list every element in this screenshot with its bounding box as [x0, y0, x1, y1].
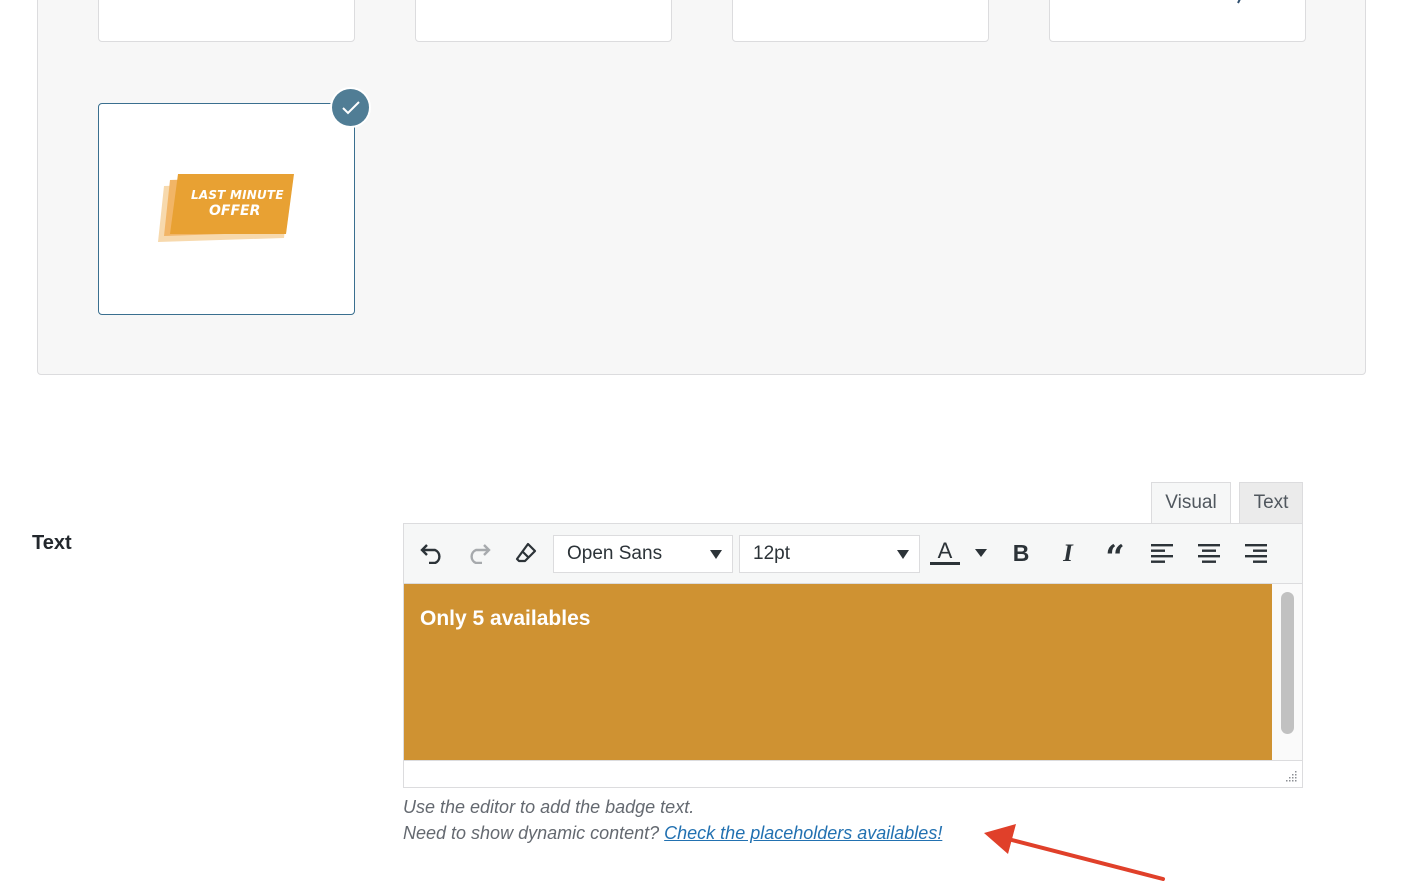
- annotation-arrow-icon: [984, 824, 1165, 881]
- badge-option-card[interactable]: [732, 0, 989, 42]
- tab-text[interactable]: Text: [1239, 482, 1303, 523]
- redo-icon[interactable]: [462, 536, 496, 570]
- text-color-dropdown-icon[interactable]: [964, 536, 998, 570]
- badge-option-card[interactable]: [98, 0, 355, 42]
- svg-text:A: A: [938, 539, 953, 563]
- editor-content-text[interactable]: Only 5 availables: [420, 607, 590, 631]
- placeholder-help-prefix: Need to show dynamic content?: [403, 823, 665, 843]
- svg-text:I: I: [1062, 541, 1074, 565]
- font-size-select[interactable]: 12pt: [739, 535, 920, 573]
- align-right-icon[interactable]: [1239, 536, 1273, 570]
- text-field-label: Text: [32, 532, 72, 554]
- italic-icon[interactable]: I: [1051, 536, 1085, 570]
- badge-line-1: LAST MINUTE: [191, 188, 284, 202]
- chevron-down-icon: [897, 550, 909, 559]
- chevron-down-icon: [710, 550, 722, 559]
- align-center-icon[interactable]: [1192, 536, 1226, 570]
- resize-handle-icon[interactable]: [1284, 769, 1298, 783]
- font-family-value: Open Sans: [567, 543, 663, 564]
- editor-scrollbar-thumb[interactable]: [1281, 592, 1294, 734]
- placeholders-link[interactable]: Check the placeholders availables!: [664, 823, 942, 843]
- svg-text:B: B: [1013, 541, 1030, 565]
- editor-statusbar: [404, 760, 1302, 787]
- bold-icon[interactable]: B: [1004, 536, 1038, 570]
- clear-formatting-icon[interactable]: [509, 536, 543, 570]
- badge-line-2: OFFER: [209, 203, 261, 219]
- svg-text:“: “: [1105, 541, 1125, 565]
- undo-icon[interactable]: [415, 536, 449, 570]
- text-color-icon[interactable]: A: [928, 536, 962, 570]
- blockquote-icon[interactable]: “: [1098, 536, 1132, 570]
- badge-option-card[interactable]: [1049, 0, 1306, 42]
- align-left-icon[interactable]: [1145, 536, 1179, 570]
- badge-option-card[interactable]: [415, 0, 672, 42]
- rich-text-editor: Open Sans 12pt A B I “ Only 5 availables: [403, 523, 1303, 788]
- badge-preview-fragment-icon: [1237, 0, 1241, 4]
- font-family-select[interactable]: Open Sans: [553, 535, 733, 573]
- tab-visual[interactable]: Visual: [1151, 482, 1231, 523]
- selected-check-icon: [332, 89, 369, 126]
- editor-help-text: Use the editor to add the badge text.: [403, 797, 695, 817]
- font-size-value: 12pt: [753, 543, 790, 564]
- placeholder-help-text: Need to show dynamic content? Check the …: [403, 823, 942, 844]
- editor-toolbar: Open Sans 12pt A B I “: [404, 524, 1302, 584]
- editor-content-area[interactable]: Only 5 availables: [404, 584, 1272, 760]
